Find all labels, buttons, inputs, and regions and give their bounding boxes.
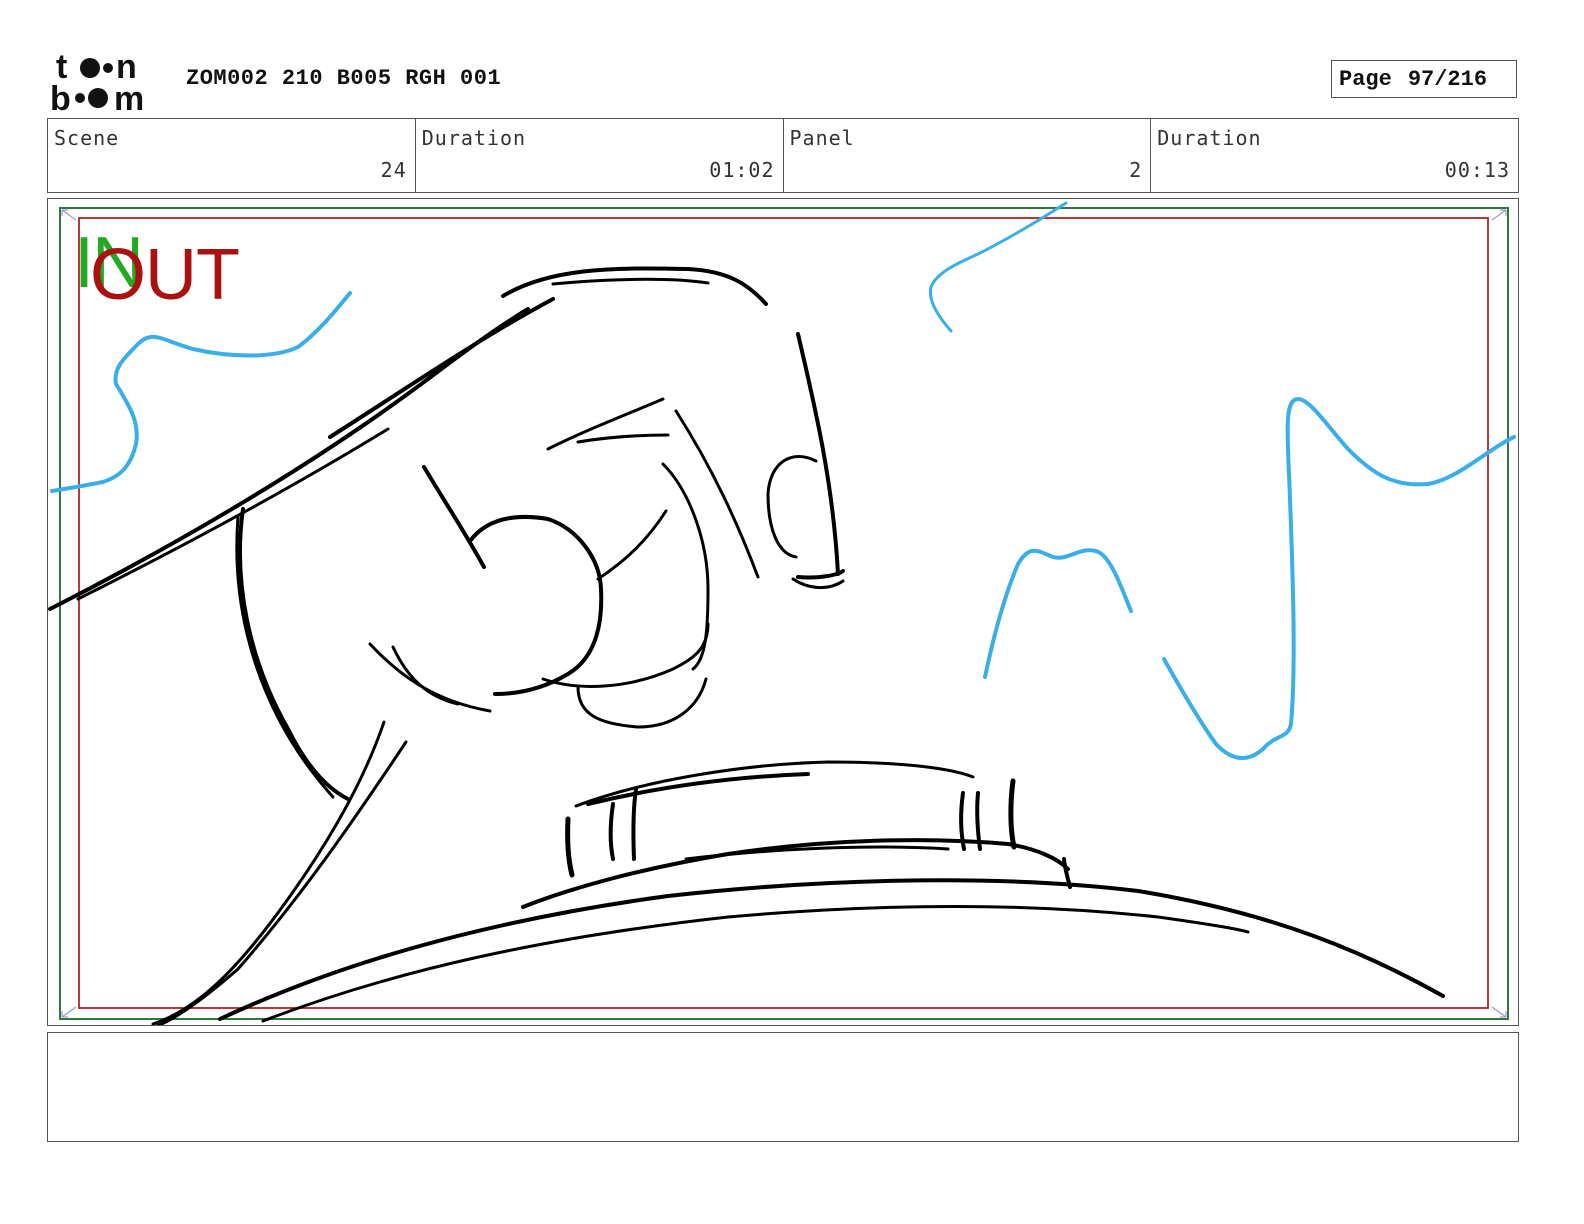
scene-cell: Scene 24 (48, 119, 416, 192)
page-label: Page (1339, 66, 1392, 92)
scene-value: 24 (380, 158, 407, 182)
frame-corner-arrows (61, 209, 1507, 1018)
character-sketch (48, 266, 1445, 1025)
panel-duration-value: 00:13 (1444, 158, 1510, 182)
document-title: ZOM002 210 B005 RGH 001 (186, 66, 502, 91)
panel-info-row: Scene 24 Duration 01:02 Panel 2 Duration… (47, 118, 1519, 193)
svg-text:b: b (50, 80, 71, 116)
panel-label: Panel (789, 126, 855, 150)
panel-value: 2 (1129, 158, 1143, 182)
panel-drawing (48, 201, 1516, 1025)
page-number: 97/216 (1407, 66, 1488, 92)
svg-text:m: m (114, 80, 144, 116)
scene-duration-value: 01:02 (709, 158, 775, 182)
inner-safe-frame (78, 217, 1489, 1009)
page-indicator: Page 97/216 (1331, 60, 1517, 98)
toon-boom-logo: t n b m (50, 48, 166, 118)
panel-cell: Panel 2 (784, 119, 1152, 192)
panel-duration-label: Duration (1157, 126, 1262, 150)
scene-duration-label: Duration (421, 126, 527, 150)
storyboard-panel: IN OUT (47, 198, 1519, 1026)
outer-safe-frame (59, 207, 1509, 1020)
panel-notes[interactable] (47, 1032, 1519, 1142)
panel-duration-cell: Duration 00:13 (1151, 119, 1518, 192)
scene-label: Scene (54, 126, 120, 150)
out-marker: OUT (90, 235, 240, 315)
scene-duration-cell: Duration 01:02 (416, 119, 784, 192)
energy-effect-lines (50, 201, 1516, 760)
